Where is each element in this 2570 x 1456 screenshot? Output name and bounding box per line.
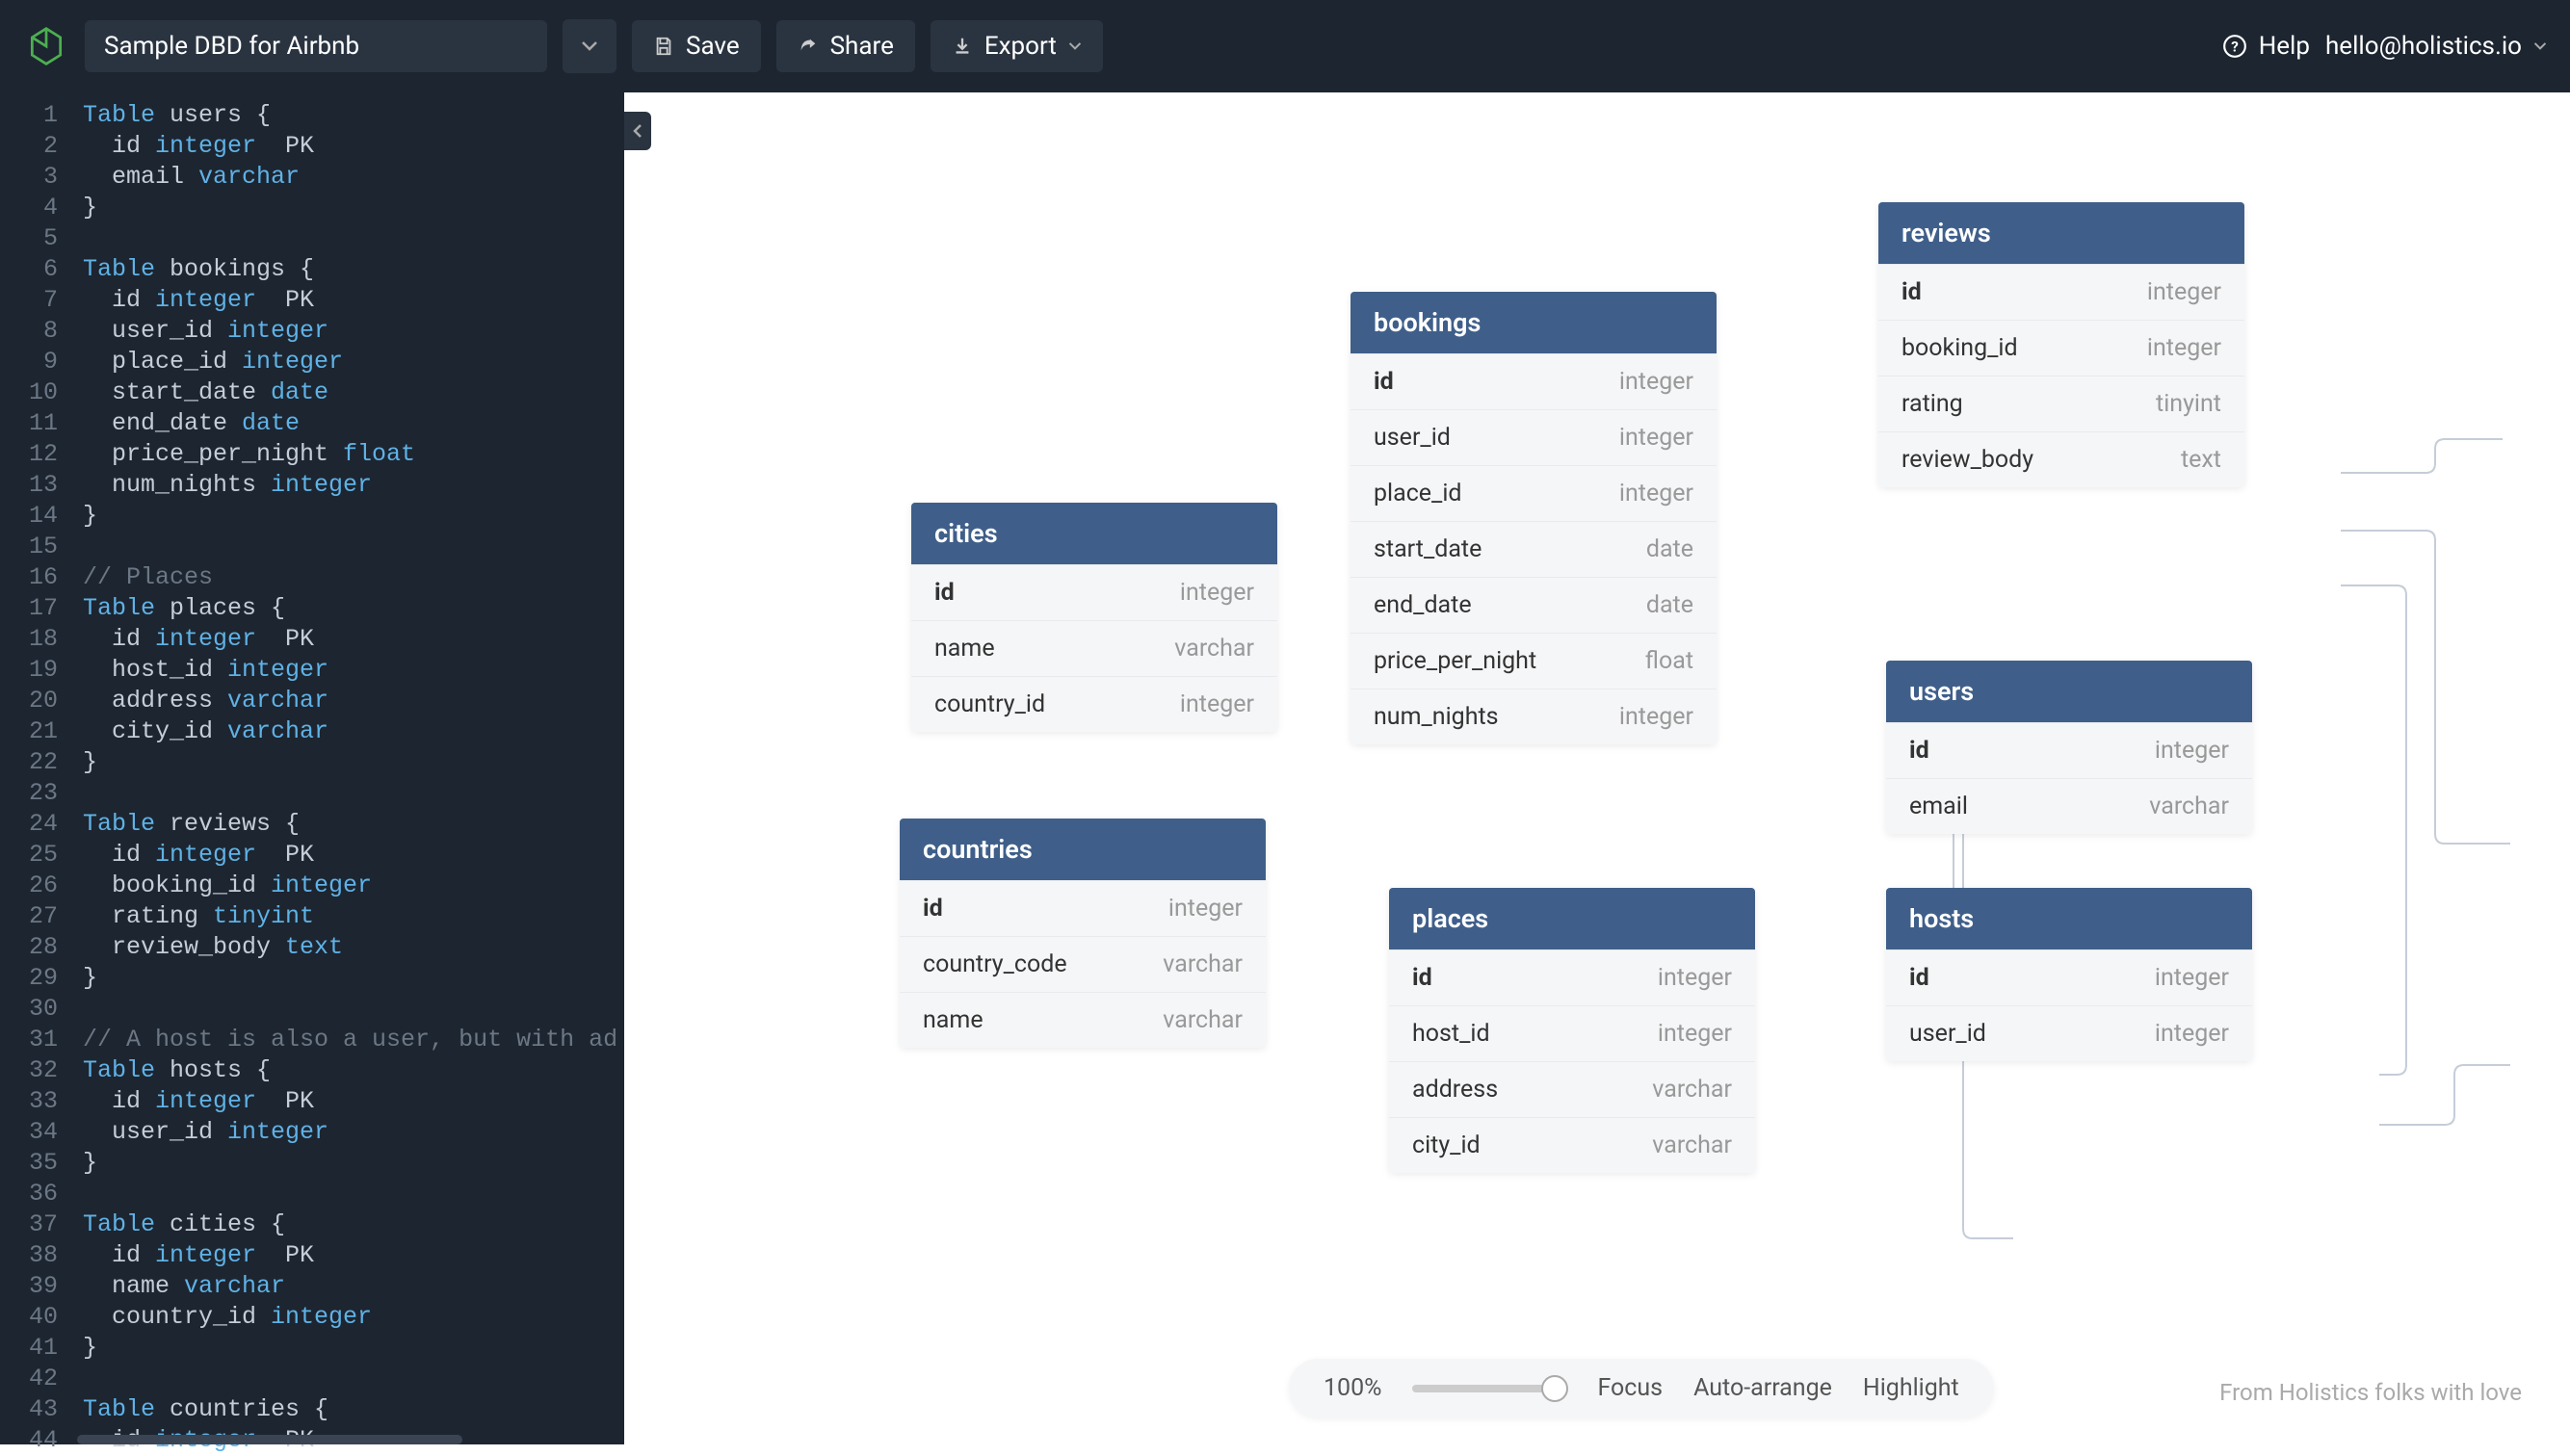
- table-column[interactable]: country_codevarchar: [900, 936, 1266, 992]
- zoom-thumb[interactable]: [1541, 1375, 1568, 1402]
- diagram-canvas[interactable]: citiesidintegernamevarcharcountry_idinte…: [624, 92, 2570, 1444]
- horizontal-scrollbar[interactable]: [77, 1435, 462, 1444]
- editor-code: Table users { id integer PK email varcha…: [83, 100, 624, 1456]
- highlight-button[interactable]: Highlight: [1863, 1374, 1959, 1402]
- table-column[interactable]: ratingtinyint: [1878, 376, 2244, 431]
- chevron-left-icon: [632, 123, 643, 139]
- svg-text:?: ?: [2231, 38, 2239, 55]
- table-column[interactable]: idinteger: [1886, 949, 2252, 1005]
- table-header[interactable]: bookings: [1351, 292, 1717, 353]
- table-column[interactable]: num_nightsinteger: [1351, 689, 1717, 744]
- table-column[interactable]: idinteger: [900, 880, 1266, 936]
- table-column[interactable]: namevarchar: [911, 620, 1277, 676]
- save-icon: [653, 36, 674, 57]
- help-icon: ?: [2222, 34, 2247, 59]
- chevron-down-icon: [1068, 41, 1082, 51]
- focus-button[interactable]: Focus: [1597, 1374, 1663, 1402]
- table-column[interactable]: idinteger: [1878, 264, 2244, 320]
- title-dropdown[interactable]: [563, 19, 616, 73]
- table-column[interactable]: city_idvarchar: [1389, 1117, 1755, 1173]
- table-header[interactable]: users: [1886, 661, 2252, 722]
- table-column[interactable]: host_idinteger: [1389, 1005, 1755, 1061]
- collapse-editor-handle[interactable]: [624, 112, 651, 150]
- table-column[interactable]: user_idinteger: [1886, 1005, 2252, 1061]
- logo-icon: [23, 23, 69, 69]
- share-icon: [798, 36, 819, 57]
- table-header[interactable]: hosts: [1886, 888, 2252, 949]
- table-column[interactable]: emailvarchar: [1886, 778, 2252, 834]
- table-users[interactable]: usersidintegeremailvarchar: [1886, 661, 2252, 834]
- auto-arrange-button[interactable]: Auto-arrange: [1693, 1374, 1832, 1402]
- export-button[interactable]: Export: [931, 20, 1103, 72]
- share-button[interactable]: Share: [776, 20, 915, 72]
- table-column[interactable]: idinteger: [911, 564, 1277, 620]
- table-column[interactable]: review_bodytext: [1878, 431, 2244, 487]
- table-column[interactable]: user_idinteger: [1351, 409, 1717, 465]
- table-column[interactable]: idinteger: [1351, 353, 1717, 409]
- diagram-title-input[interactable]: Sample DBD for Airbnb: [85, 20, 547, 72]
- table-header[interactable]: countries: [900, 819, 1266, 880]
- zoom-slider[interactable]: [1412, 1385, 1566, 1392]
- table-countries[interactable]: countriesidintegercountry_codevarcharnam…: [900, 819, 1266, 1048]
- footer-credit: From Holistics folks with love: [2219, 1379, 2522, 1406]
- table-column[interactable]: booking_idinteger: [1878, 320, 2244, 376]
- table-column[interactable]: start_datedate: [1351, 521, 1717, 577]
- header: Sample DBD for Airbnb Save Share Export …: [0, 0, 2570, 92]
- zoom-level: 100%: [1324, 1374, 1381, 1402]
- table-cities[interactable]: citiesidintegernamevarcharcountry_idinte…: [911, 503, 1277, 732]
- help-link[interactable]: ? Help: [2222, 32, 2310, 61]
- code-editor[interactable]: 1234567891011121314151617181920212223242…: [0, 92, 624, 1444]
- canvas-toolbar: 100% Focus Auto-arrange Highlight: [1289, 1359, 1994, 1417]
- table-column[interactable]: namevarchar: [900, 992, 1266, 1048]
- table-column[interactable]: place_idinteger: [1351, 465, 1717, 521]
- table-column[interactable]: price_per_nightfloat: [1351, 633, 1717, 689]
- table-header[interactable]: reviews: [1878, 202, 2244, 264]
- table-places[interactable]: placesidintegerhost_idintegeraddressvarc…: [1389, 888, 1755, 1173]
- editor-gutter: 1234567891011121314151617181920212223242…: [0, 100, 75, 1456]
- download-icon: [952, 36, 973, 57]
- table-header[interactable]: places: [1389, 888, 1755, 949]
- table-column[interactable]: idinteger: [1389, 949, 1755, 1005]
- table-column[interactable]: idinteger: [1886, 722, 2252, 778]
- chevron-down-icon: [2533, 41, 2547, 51]
- user-menu[interactable]: hello@holistics.io: [2325, 32, 2547, 61]
- table-column[interactable]: end_datedate: [1351, 577, 1717, 633]
- table-hosts[interactable]: hostsidintegeruser_idinteger: [1886, 888, 2252, 1061]
- save-button[interactable]: Save: [632, 20, 761, 72]
- table-column[interactable]: addressvarchar: [1389, 1061, 1755, 1117]
- table-bookings[interactable]: bookingsidintegeruser_idintegerplace_idi…: [1351, 292, 1717, 744]
- table-reviews[interactable]: reviewsidintegerbooking_idintegerratingt…: [1878, 202, 2244, 487]
- table-header[interactable]: cities: [911, 503, 1277, 564]
- table-column[interactable]: country_idinteger: [911, 676, 1277, 732]
- chevron-down-icon: [581, 40, 598, 52]
